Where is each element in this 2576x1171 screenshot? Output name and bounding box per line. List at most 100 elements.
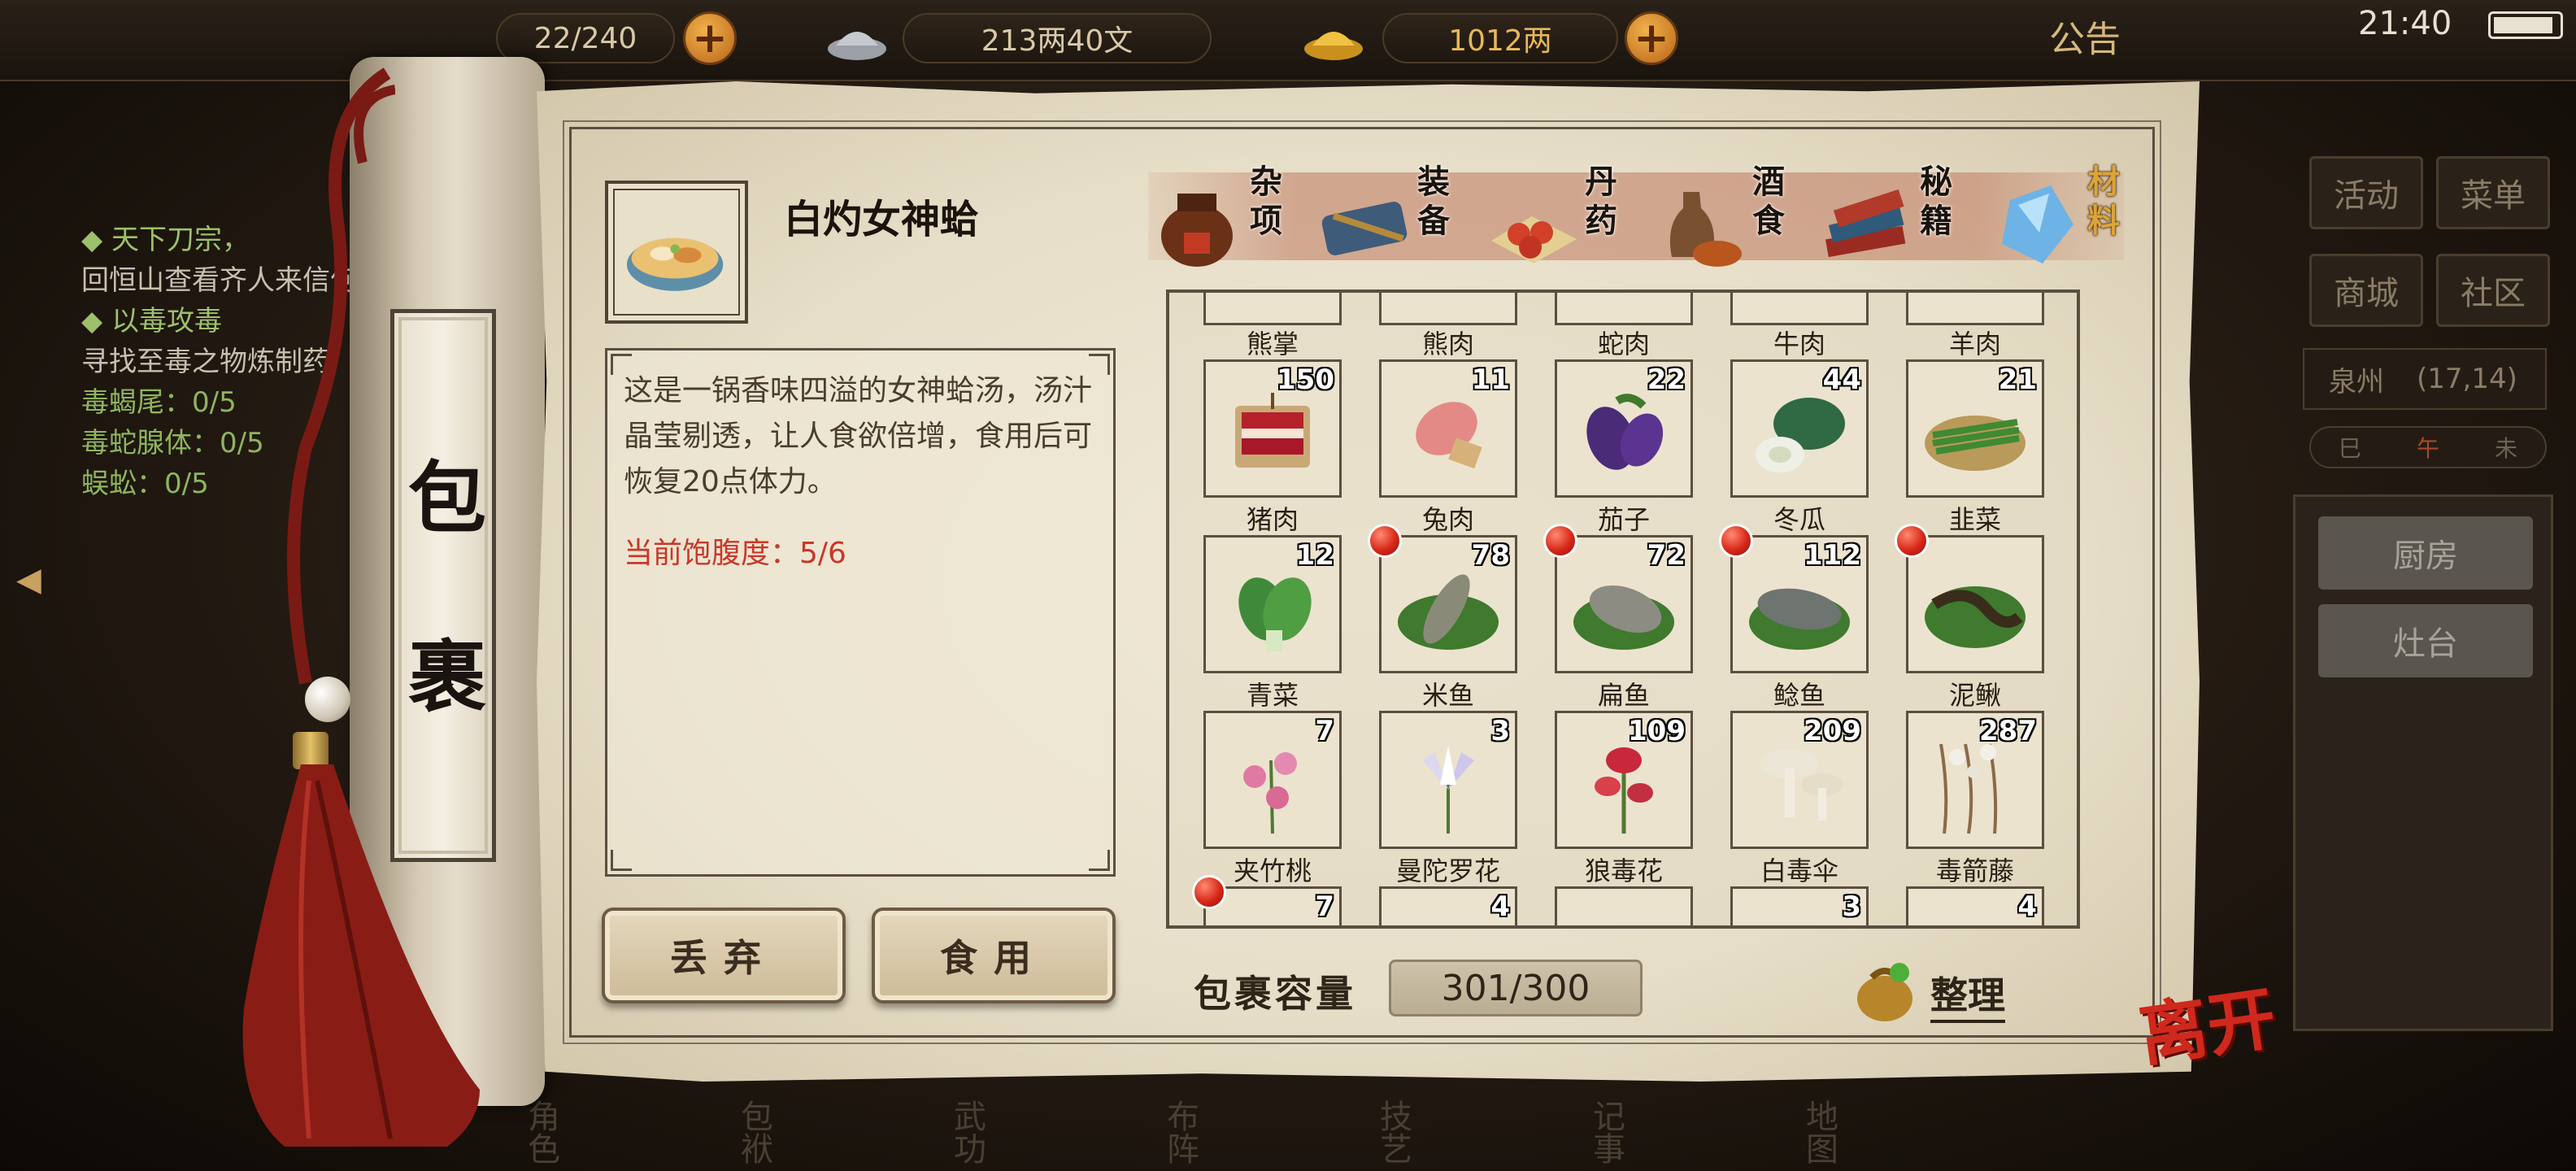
item-cell[interactable]	[1555, 886, 1693, 925]
menu-button[interactable]: 菜单	[2436, 156, 2550, 229]
item-count: 72	[1647, 539, 1686, 572]
nav-formation[interactable]: 布阵	[1094, 1075, 1265, 1164]
tab-label: 秘籍	[1920, 163, 1952, 240]
gold-value: 1012两	[1448, 24, 1552, 58]
bag-title-char: 包	[408, 452, 486, 544]
tab-label: 杂项	[1250, 163, 1282, 240]
item-count: 287	[1979, 715, 2037, 747]
item-name: 泥鳅	[1948, 680, 2001, 711]
item-cell[interactable]: 12	[1203, 535, 1342, 673]
sort-button[interactable]: 整理	[1851, 953, 2030, 1026]
pills-icon	[1491, 216, 1577, 263]
tab-label: 材料	[2087, 163, 2120, 240]
frame-corner	[1089, 850, 1110, 871]
tassel-icon	[242, 764, 480, 1147]
add-gold-button[interactable]: +	[1625, 11, 1678, 65]
item-name: 蛇肉	[1597, 329, 1650, 359]
item-cell[interactable]: 78	[1379, 535, 1517, 673]
money-value: 213两40文	[981, 24, 1134, 58]
nav-map[interactable]: 地图	[1734, 1075, 1904, 1164]
tab-wine-food[interactable]: 酒食	[1651, 159, 1813, 273]
battery-icon	[2488, 11, 2563, 39]
gold-display: 1012两	[1382, 13, 1618, 63]
right-context-panel: 厨房 灶台	[2293, 494, 2553, 1031]
item-cell[interactable]: 22	[1555, 359, 1693, 498]
item-count: 44	[1822, 363, 1861, 396]
nav-martial-arts[interactable]: 武功	[881, 1075, 1052, 1164]
item-cell[interactable]: 4	[1906, 886, 2044, 925]
new-item-badge	[1368, 524, 1402, 558]
nav-bag[interactable]: 包袱	[668, 1075, 839, 1164]
time-mark: 巳	[2338, 435, 2361, 462]
tab-misc[interactable]: 杂项	[1148, 159, 1311, 273]
item-count: 4	[1490, 890, 1510, 923]
time-mark: 午	[2416, 435, 2439, 462]
item-cell[interactable]: 3	[1730, 886, 1869, 925]
collapse-arrow-icon[interactable]: ◀	[16, 561, 65, 610]
tab-equipment[interactable]: 装备	[1316, 159, 1478, 273]
item-name: 曼陀罗花	[1395, 855, 1500, 886]
tab-pills[interactable]: 丹药	[1483, 159, 1646, 273]
item-name: 米鱼	[1421, 680, 1474, 711]
item-cell[interactable]	[1906, 535, 2044, 673]
flower-icon	[1422, 746, 1474, 834]
jar-icon	[1161, 194, 1233, 267]
tab-manuals[interactable]: 秘籍	[1818, 159, 1981, 273]
stamina-value: 22/240	[533, 21, 637, 55]
item-cell[interactable]: 150	[1203, 359, 1342, 498]
item-cell[interactable]: 3	[1379, 711, 1517, 849]
item-count: 4	[2017, 890, 2037, 923]
item-count: 209	[1804, 715, 1861, 747]
item-cell[interactable]: 287	[1906, 711, 2044, 849]
capacity-value: 301/300	[1389, 960, 1643, 1016]
location-coords: (17,14)	[2417, 363, 2517, 395]
silver-ingot-icon	[828, 32, 886, 60]
item-description: 这是一锅香味四溢的女神蛤汤，汤汁晶莹剔透，让人食欲倍增，食用后可恢复20点体力。	[624, 374, 1093, 498]
item-name: 牛肉	[1773, 329, 1825, 359]
item-cell[interactable]: 72	[1555, 535, 1693, 673]
item-name: 毒箭藤	[1935, 855, 2014, 886]
shop-button[interactable]: 商城	[2309, 254, 2423, 327]
leave-button[interactable]: 离开	[2132, 964, 2281, 1080]
item-cell[interactable]	[1203, 293, 1342, 325]
item-cell[interactable]: 11	[1379, 359, 1517, 498]
item-name: 熊掌	[1246, 329, 1299, 359]
add-stamina-button[interactable]: +	[683, 11, 737, 65]
activity-button[interactable]: 活动	[2309, 156, 2423, 229]
item-count: 7	[1315, 715, 1334, 747]
eat-button[interactable]: 食用	[872, 908, 1116, 1003]
nav-journal[interactable]: 记事	[1521, 1075, 1691, 1164]
item-cell[interactable]: 112	[1730, 535, 1869, 673]
flower-icon	[1243, 752, 1297, 834]
item-count: 150	[1277, 363, 1334, 396]
item-cell[interactable]: 209	[1730, 711, 1869, 849]
satiety-status: 当前饱腹度：5/6	[624, 529, 1097, 572]
kitchen-button[interactable]: 厨房	[2318, 516, 2533, 590]
item-cell[interactable]	[1906, 293, 2044, 325]
new-item-badge	[1192, 875, 1226, 909]
clock: 21:40	[2358, 5, 2452, 42]
community-button[interactable]: 社区	[2436, 254, 2550, 327]
item-count: 7	[1315, 890, 1334, 923]
stove-button[interactable]: 灶台	[2318, 604, 2533, 677]
pouch-icon	[1857, 963, 1912, 1021]
tab-materials[interactable]: 材料	[1986, 159, 2148, 273]
item-grid[interactable]: 熊掌 熊肉 蛇肉 牛肉 羊肉 150 11 22 44 21 猪肉 兔肉 茄子 …	[1166, 289, 2080, 929]
item-description-box: 这是一锅香味四溢的女神蛤汤，汤汁晶莹剔透，让人食欲倍增，食用后可恢复20点体力。…	[605, 348, 1116, 877]
item-cell[interactable]: 109	[1555, 711, 1693, 849]
item-cell[interactable]	[1555, 293, 1693, 325]
item-cell[interactable]: 44	[1730, 359, 1869, 498]
satiety-value: 5/6	[799, 537, 846, 570]
item-cell[interactable]: 7	[1203, 711, 1342, 849]
item-name: 熊肉	[1421, 329, 1474, 359]
new-item-badge	[1719, 524, 1753, 558]
item-cell[interactable]	[1730, 293, 1869, 325]
item-cell[interactable]: 21	[1906, 359, 2044, 498]
notice-button[interactable]: 公告	[2049, 10, 2121, 62]
item-name: 青菜	[1246, 680, 1299, 711]
nav-skills[interactable]: 技艺	[1308, 1075, 1478, 1164]
item-cell[interactable]	[1379, 293, 1517, 325]
discard-button[interactable]: 丢弃	[602, 908, 846, 1003]
bag-title-char: 裹	[408, 631, 486, 723]
item-cell[interactable]: 4	[1379, 886, 1517, 925]
